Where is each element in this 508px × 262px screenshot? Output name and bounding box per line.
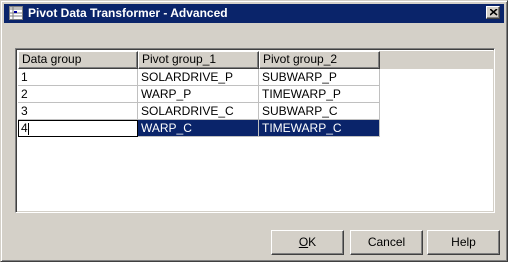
table-cell[interactable]: 1 <box>18 69 138 86</box>
column-header-pivot-group-1[interactable]: Pivot group_1 <box>138 51 259 69</box>
table-cell[interactable]: SUBWARP_P <box>259 69 380 86</box>
ok-button[interactable]: OK <box>271 230 344 255</box>
ok-button-label: OK <box>298 235 317 249</box>
edit-field-value: 4 <box>21 121 28 135</box>
table-row-selected[interactable]: 4 WARP_C TIMEWARP_C <box>18 120 380 137</box>
table-cell[interactable]: TIMEWARP_P <box>259 86 380 103</box>
table-cell[interactable]: WARP_C <box>138 120 259 137</box>
table-header: Data group Pivot group_1 Pivot group_2 <box>18 51 494 69</box>
table-cell[interactable]: WARP_P <box>138 86 259 103</box>
table-row[interactable]: 1 SOLARDRIVE_P SUBWARP_P <box>18 69 380 86</box>
close-button[interactable] <box>486 6 500 19</box>
table-cell[interactable]: SOLARDRIVE_P <box>138 69 259 86</box>
dialog-window: Pivot Data Transformer - Advanced Data g… <box>0 0 508 262</box>
close-icon <box>490 9 498 16</box>
title-bar[interactable]: Pivot Data Transformer - Advanced <box>4 4 504 23</box>
table-cell[interactable]: 3 <box>18 103 138 120</box>
column-header-pivot-group-2[interactable]: Pivot group_2 <box>259 51 380 69</box>
help-button[interactable]: Help <box>427 230 500 255</box>
text-caret <box>27 122 29 135</box>
cancel-button[interactable]: Cancel <box>350 230 423 255</box>
table-row[interactable]: 2 WARP_P TIMEWARP_P <box>18 86 380 103</box>
table-row[interactable]: 3 SOLARDRIVE_C SUBWARP_C <box>18 103 380 120</box>
table-cell[interactable]: 2 <box>18 86 138 103</box>
table-cell[interactable]: TIMEWARP_C <box>259 120 380 137</box>
column-header-data-group[interactable]: Data group <box>18 51 138 69</box>
cancel-button-label: Cancel <box>367 235 406 249</box>
help-button-label: Help <box>451 235 476 249</box>
table-cell-edit-field[interactable]: 4 <box>18 120 138 137</box>
window-title: Pivot Data Transformer - Advanced <box>28 6 228 20</box>
table-cell[interactable]: SOLARDRIVE_C <box>138 103 259 120</box>
pivot-table-panel[interactable]: Data group Pivot group_1 Pivot group_2 1… <box>15 48 495 213</box>
app-icon <box>9 6 23 20</box>
table-cell[interactable]: SUBWARP_C <box>259 103 380 120</box>
